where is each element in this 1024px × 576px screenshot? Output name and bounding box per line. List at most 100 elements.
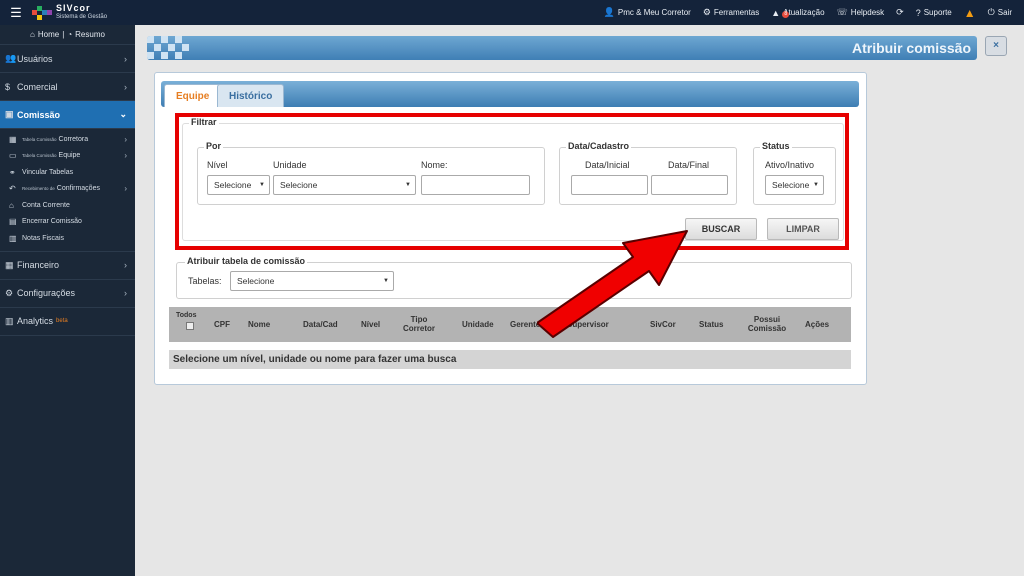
topbar-helpdesk[interactable]: ☏ Helpdesk: [831, 7, 891, 18]
sidebar-subitem-notas-fiscais[interactable]: ▥ Notas Fiscais: [0, 230, 135, 247]
assign-fieldset: Atribuir tabela de comissão Tabelas: Sel…: [176, 256, 852, 299]
nome-input[interactable]: [421, 175, 530, 195]
th-gerente[interactable]: Gerente: [510, 320, 540, 329]
question-icon: ?: [915, 7, 921, 18]
th-tipo-corretor[interactable]: Tipo Corretor: [401, 315, 437, 333]
sidebar-item-financeiro[interactable]: ▦ Financeiro ›: [0, 252, 135, 280]
th-nivel[interactable]: Nível: [361, 320, 380, 329]
sidebar-item-comercial[interactable]: $ Comercial ›: [0, 73, 135, 101]
chevron-right-icon: ›: [124, 184, 127, 194]
tabelas-select[interactable]: Selecione ▼: [230, 271, 394, 291]
sidebar-item-label: Usuários: [17, 53, 53, 64]
th-cpf[interactable]: CPF: [214, 320, 230, 329]
red-arrow-shape: [537, 230, 688, 338]
warning-icon: ▲: [963, 5, 976, 20]
tools-icon: ⚙: [702, 7, 711, 17]
helpdesk-icon: ☏: [836, 7, 848, 17]
sidebar-item-comissao[interactable]: ▣ Comissão ⌄: [0, 101, 135, 129]
card-icon: ▤: [9, 217, 17, 227]
commission-icon: ▣: [5, 109, 14, 119]
tabelas-label: Tabelas:: [188, 276, 222, 286]
empty-results-message: Selecione um nível, unidade ou nome para…: [169, 350, 851, 369]
close-button[interactable]: ×: [985, 36, 1007, 56]
filter-fieldset: Filtrar Por Nível Selecione ▼ Unidade Se…: [182, 117, 844, 241]
menu-toggle-icon[interactable]: ☰: [0, 5, 32, 21]
finance-icon: ▦: [5, 259, 14, 270]
link-icon: ⚭: [9, 167, 16, 177]
topbar-user[interactable]: 👤 Pmc & Meu Corretor: [598, 7, 697, 18]
unidade-select[interactable]: Selecione ▼: [273, 175, 416, 195]
data-final-input[interactable]: [651, 175, 728, 195]
sidebar-subitem-vincular-tabelas[interactable]: ⚭ Vincular Tabelas: [0, 164, 135, 181]
logo-subtitle: Sistema de Gestão: [56, 13, 108, 20]
beta-tag: beta: [56, 318, 68, 324]
limpar-button[interactable]: LIMPAR: [767, 218, 839, 240]
topbar-tools-label: Ferramentas: [713, 8, 760, 17]
sidebar-subitem-encerrar-comissao[interactable]: ▤ Encerrar Comissão: [0, 214, 135, 231]
chevron-right-icon: ›: [124, 288, 127, 298]
assign-legend: Atribuir tabela de comissão: [185, 256, 308, 266]
sidebar: ⌂ Home | ◔ Resumo 👥 Usuários › $ Comerci…: [0, 25, 135, 576]
tab-equipe[interactable]: Equipe: [164, 84, 222, 107]
sidebar-item-configuracoes[interactable]: ⚙ Configurações ›: [0, 280, 135, 308]
nome-label: Nome:: [421, 160, 448, 170]
status-select[interactable]: Selecione ▼: [765, 175, 824, 195]
results-table-header: Todos CPF Nome Data/Cad Nível Tipo Corre…: [169, 307, 851, 342]
chevron-right-icon: ›: [124, 151, 127, 161]
th-status[interactable]: Status: [699, 320, 723, 329]
sidebar-item-usuarios[interactable]: 👥 Usuários ›: [0, 45, 135, 73]
chevron-down-icon: ⌄: [119, 109, 127, 119]
page-title: Atribuir comissão: [851, 40, 971, 56]
data-final-label: Data/Final: [668, 160, 710, 170]
topbar-updates[interactable]: ▲ 8 Atualização: [765, 8, 830, 18]
power-icon: ⏻: [987, 7, 995, 17]
page-title-bar: Atribuir comissão: [147, 36, 977, 60]
topbar-support[interactable]: ? Suporte: [910, 8, 958, 18]
sidebar-subitem-conta-corrente[interactable]: ⌂ Conta Corrente: [0, 197, 135, 214]
topbar-logout[interactable]: ⏻ Sair: [982, 7, 1018, 18]
chevron-right-icon: ›: [124, 134, 127, 144]
filter-legend: Filtrar: [189, 117, 219, 127]
tab-historico[interactable]: Histórico: [217, 84, 285, 107]
dropdown-arrow-icon: ▼: [383, 278, 389, 284]
bank-icon: ⌂: [9, 200, 14, 210]
topbar-helpdesk-label: Helpdesk: [850, 8, 885, 17]
logo-mark-icon: [32, 5, 52, 20]
sidebar-subitem-tabela-corretora[interactable]: ▦ Tabela Comissão Corretora ›: [0, 131, 135, 148]
tabs-bar: Equipe Histórico: [161, 81, 859, 107]
sidebar-item-label: Analytics: [17, 316, 54, 326]
reply-icon: ↶: [9, 184, 16, 194]
logo[interactable]: SIVcor Sistema de Gestão: [32, 3, 108, 22]
user-icon: 👤: [603, 7, 615, 17]
sidebar-item-label: Comissão: [17, 109, 61, 120]
data-cadastro-legend: Data/Cadastro: [566, 141, 632, 151]
th-data-cad[interactable]: Data/Cad: [303, 320, 338, 329]
sidebar-subitem-tabela-equipe[interactable]: ▭ Tabela Comissão Equipe ›: [0, 148, 135, 165]
pie-chart-icon: ◔: [67, 30, 73, 39]
chevron-right-icon: ›: [124, 81, 127, 92]
main-content: Atribuir comissão × Equipe Histórico Fil…: [135, 25, 1024, 576]
sidebar-item-analytics[interactable]: ▥ Analytics beta: [0, 308, 135, 336]
data-inicial-input[interactable]: [571, 175, 648, 195]
users-icon: 👥: [5, 53, 17, 63]
th-possui-comissao[interactable]: Possui Comissão: [747, 315, 787, 333]
nivel-select[interactable]: Selecione ▼: [207, 175, 270, 195]
status-label: Ativo/Inativo: [765, 160, 815, 170]
th-todos: Todos: [176, 312, 197, 319]
chevron-right-icon: ›: [124, 260, 127, 270]
sidebar-subitem-confirmacoes[interactable]: ↶ Recebimento de Confirmações ›: [0, 181, 135, 198]
sidebar-home[interactable]: ⌂ Home | ◔ Resumo: [0, 25, 135, 45]
top-bar: ☰ SIVcor Sistema de Gestão 👤 Pmc & Meu C…: [0, 0, 1024, 25]
buscar-button[interactable]: BUSCAR: [685, 218, 757, 240]
chevron-right-icon: ›: [124, 53, 127, 64]
sidebar-item-label: Comercial: [17, 81, 58, 92]
cogs-icon: ⚙: [5, 287, 14, 298]
updates-badge: 8: [782, 10, 790, 18]
topbar-warning[interactable]: ▲: [958, 6, 982, 20]
select-all-checkbox[interactable]: [186, 322, 194, 330]
th-nome[interactable]: Nome: [248, 320, 270, 329]
topbar-refresh[interactable]: ⟳: [890, 7, 910, 18]
th-unidade[interactable]: Unidade: [462, 320, 494, 329]
table-alt-icon: ▭: [9, 151, 17, 161]
topbar-tools[interactable]: ⚙ Ferramentas: [697, 7, 765, 18]
